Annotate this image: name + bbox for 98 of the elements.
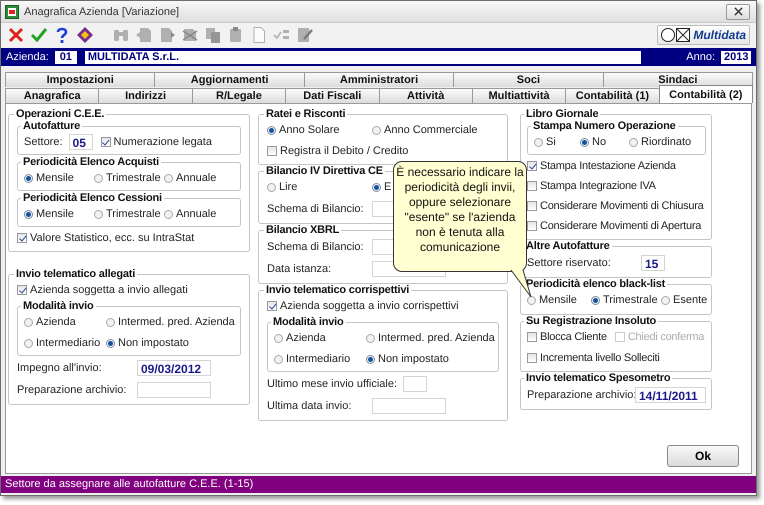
tab[interactable]: R/Legale [192, 88, 286, 103]
checkbox[interactable]: Incrementa livello Solleciti [527, 348, 706, 367]
checkbox[interactable]: Considerare Movimenti di Chiusura [527, 196, 706, 215]
checkbox[interactable]: Azienda soggetta a invio corrispettivi [267, 296, 499, 315]
checkbox[interactable]: Considerare Movimenti di Apertura [527, 216, 706, 235]
tab[interactable]: Impostazioni [5, 72, 156, 87]
input-field[interactable] [372, 398, 446, 414]
group-title: Invio telematico Spesometro [525, 372, 672, 384]
group-title: Operazioni C.E.E. [15, 108, 106, 120]
input-field[interactable] [137, 382, 211, 398]
close-icon[interactable] [7, 26, 25, 44]
window-title: Anagrafica Azienda [Variazione] [24, 6, 180, 18]
radio-button[interactable]: Mensile [24, 172, 74, 184]
radio-button[interactable]: Trimestrale [94, 172, 161, 184]
tab[interactable]: Anagrafica [5, 88, 100, 103]
group-title: Ratei e Risconti [265, 108, 346, 120]
group-title: Altre Autofatture [525, 240, 611, 252]
group-title: Stampa Numero Operazione [532, 120, 677, 132]
check-icon[interactable] [30, 26, 48, 44]
radio-button[interactable]: Non impostato [366, 353, 449, 365]
group-title: Bilancio IV Direttiva CE [265, 165, 384, 177]
field-label: Preparazione archivio: [527, 388, 635, 400]
radio-button[interactable]: Intermediario [24, 337, 100, 349]
group-title: Bilancio XBRL [265, 224, 340, 236]
radio-button[interactable]: Azienda [274, 332, 326, 344]
tooltip: È necessario indicare la periodicità degli invii, oppure selezionare "esente" se l'azienda non è tenuta alla comunicazione [393, 161, 527, 272]
checkbox[interactable]: Azienda soggetta a invio allegati [17, 280, 241, 299]
field-label: Settore: [24, 136, 63, 148]
group-title: Autofatture [22, 120, 82, 132]
tab[interactable]: Aggiornamenti [154, 72, 305, 87]
input-field[interactable]: 2013 [721, 50, 751, 64]
radio-button[interactable]: Intermed. pred. Azienda [366, 332, 495, 344]
checkbox[interactable]: Numerazione legata [100, 132, 212, 152]
logo-icon [661, 27, 692, 43]
checkbox[interactable]: Stampa Integrazione IVA [527, 176, 706, 195]
input-field[interactable]: 05 [68, 134, 93, 150]
radio-button[interactable]: Trimestrale [591, 294, 658, 306]
tab[interactable]: Amministratori [304, 72, 454, 87]
close-button[interactable] [726, 4, 750, 20]
field-label: Schema di Bilancio: [267, 240, 365, 252]
tab[interactable]: Attività [378, 88, 473, 103]
radio-button[interactable]: Azienda [24, 316, 76, 328]
input-field[interactable]: 15 [641, 254, 665, 270]
radio-button[interactable]: Annuale [164, 172, 216, 184]
radio-button[interactable]: Non impostato [106, 337, 189, 349]
checkbox[interactable]: Registra il Debito / Credito [267, 141, 499, 160]
group-title: Su Registrazione Insoluto [525, 315, 658, 327]
group-title: Modalità invio [22, 300, 95, 312]
input-field[interactable]: 14/11/2011 [635, 386, 706, 402]
field-label: Ultimo mese invio ufficiale: [267, 378, 397, 390]
checkbox[interactable]: Blocca Cliente [527, 328, 607, 346]
radio-button[interactable]: No [580, 136, 606, 148]
diamond-icon[interactable] [76, 26, 94, 44]
input-field[interactable]: 01 [54, 50, 77, 64]
field-label: Impegno all'invio: [17, 362, 103, 374]
radio-button[interactable]: Intermediario [274, 353, 350, 365]
group-title: Periodicità Elenco Cessioni [22, 192, 163, 204]
radio-button[interactable]: Si [534, 136, 556, 148]
radio-button[interactable]: Lire [267, 181, 298, 193]
tab[interactable]: Contabilità (2) [658, 85, 753, 103]
group-title: Periodicità Elenco Acquisti [22, 156, 160, 168]
status-bar: Settore da assegnare alle autofatture C.E.E. (1-15) [1, 476, 756, 493]
field-label: Azienda: [6, 51, 49, 63]
logo-button[interactable]: Multidata [657, 25, 750, 45]
field-label: Ultima data invio: [267, 400, 352, 412]
radio-button[interactable]: Trimestrale [94, 208, 161, 220]
tab[interactable]: Sindaci [602, 72, 754, 87]
tab[interactable]: Contabilità (1) [565, 88, 660, 103]
checkbox[interactable]: Stampa Intestazione Azienda [527, 156, 706, 175]
input-field[interactable] [403, 376, 427, 392]
input-field[interactable]: 09/03/2012 [137, 360, 211, 376]
checkbox[interactable]: Valore Statistico, ecc. su IntraStat [17, 228, 241, 247]
input-field[interactable]: MULTIDATA S.r.L. [84, 50, 641, 64]
field-label: Anno: [686, 51, 715, 63]
radio-button[interactable]: Annuale [164, 208, 216, 220]
ok-button[interactable]: Ok [667, 445, 739, 467]
field-label: Data istanza: [267, 262, 332, 274]
radio-button[interactable]: Intermed. pred. Azienda [106, 316, 235, 328]
radio-button[interactable]: E [372, 181, 392, 193]
field-label: Schema di Bilancio: [267, 202, 365, 214]
radio-button[interactable]: Anno Solare [267, 124, 340, 136]
radio-button[interactable]: Anno Commerciale [372, 124, 478, 136]
tab[interactable]: Dati Fiscali [285, 88, 380, 103]
group-title: Invio telematico allegati [15, 268, 136, 280]
radio-button[interactable]: Mensile [24, 208, 74, 220]
group-title: Modalità invio [272, 316, 345, 328]
radio-button[interactable]: Mensile [527, 294, 577, 306]
group-title: Libro Giornale [525, 108, 600, 120]
close-icon [734, 7, 742, 16]
field-label: Settore riservato: [527, 256, 612, 268]
group-title: Invio telematico corrispettivi [265, 284, 410, 296]
tab[interactable]: Indirizzi [98, 88, 193, 103]
radio-button[interactable]: Riordinato [629, 136, 692, 148]
tab[interactable]: Multiattività [472, 88, 566, 103]
field-label: Preparazione archivio: [17, 384, 128, 396]
radio-button[interactable]: Esente [661, 294, 708, 306]
app-icon [5, 4, 19, 18]
tab[interactable]: Soci [453, 72, 604, 87]
